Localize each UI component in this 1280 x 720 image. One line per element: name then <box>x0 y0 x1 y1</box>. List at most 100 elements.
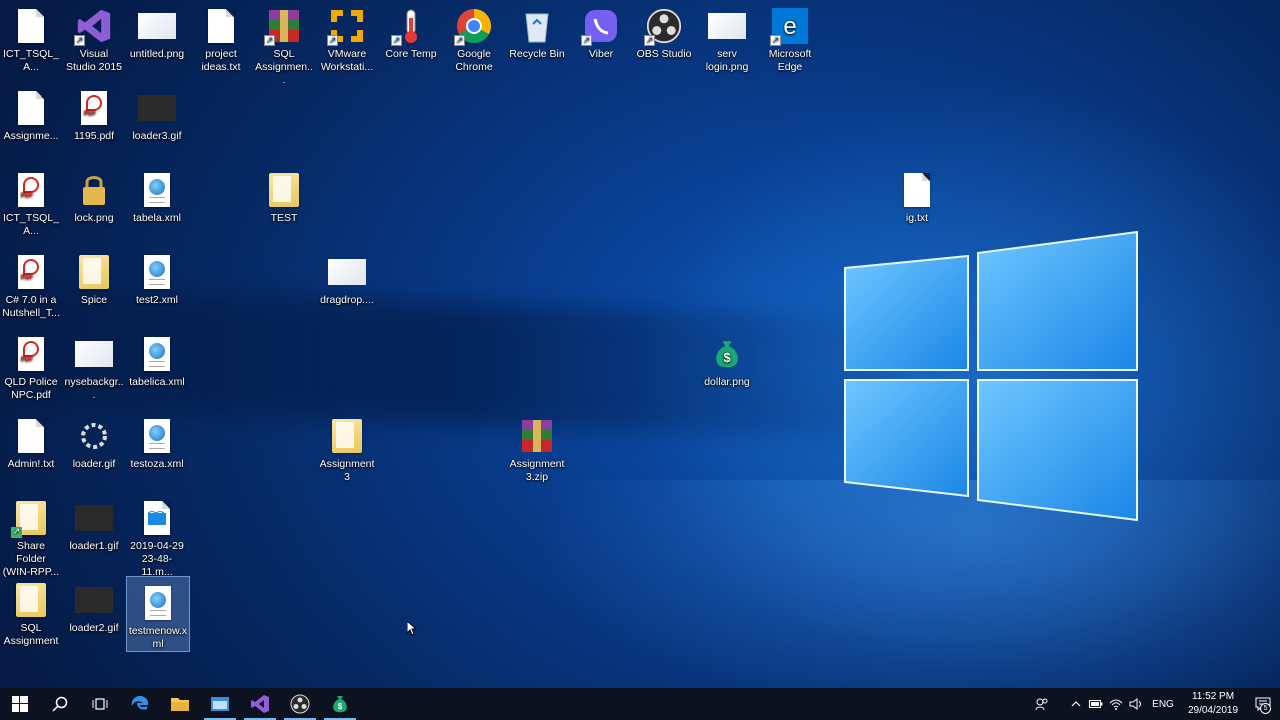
folder-icon <box>11 580 51 620</box>
desktop-icon[interactable]: ↗ Viber <box>570 0 632 61</box>
desktop-icon-label: ICT_TSQL_A... <box>2 48 60 73</box>
video-file-icon <box>137 498 177 538</box>
desktop-icon[interactable]: Recycle Bin <box>506 0 568 61</box>
desktop-icon[interactable]: project ideas.txt <box>190 0 252 74</box>
desktop-icon[interactable]: PDF 1195.pdf <box>63 82 125 143</box>
desktop-icon[interactable]: ↗ Google Chrome <box>443 0 505 74</box>
folder-icon <box>327 416 367 456</box>
taskbar-obs[interactable] <box>280 688 320 720</box>
desktop-icon[interactable]: testoza.xml <box>126 410 188 471</box>
search-icon <box>52 696 68 712</box>
desktop-icon[interactable]: ig.txt <box>886 164 948 225</box>
desktop-icon[interactable]: Assignme... <box>0 82 62 143</box>
image-thumbnail-icon <box>74 334 114 374</box>
input-language[interactable]: ENG <box>1146 699 1180 710</box>
tray-battery[interactable] <box>1086 688 1106 720</box>
desktop-icon-label: Assignment 3.zip <box>509 458 565 483</box>
taskbar-dollar[interactable]: $ <box>320 688 360 720</box>
desktop-icon[interactable]: ↗ VMware Workstati... <box>316 0 378 74</box>
image-thumbnail-icon <box>137 6 177 46</box>
desktop-icon-label: dollar.png <box>704 376 750 388</box>
gif-thumbnail-icon <box>74 580 114 620</box>
desktop-icon[interactable]: Assignment 3 <box>316 410 378 484</box>
desktop-icon[interactable]: ↗ Visual Studio 2015 <box>63 0 125 74</box>
taskbar-edge[interactable] <box>120 688 160 720</box>
desktop-icon-label: Recycle Bin <box>509 48 565 60</box>
xml-file-icon <box>138 583 178 623</box>
desktop-icon[interactable]: loader1.gif <box>63 492 125 553</box>
desktop-icon[interactable]: testmenow.xml <box>126 576 190 652</box>
desktop-icon[interactable]: untitled.png <box>126 0 188 61</box>
desktop-icon[interactable]: nysebackgr... <box>63 328 125 402</box>
desktop-icon[interactable]: ↗ Share Folder (WIN-RPP... <box>0 492 62 579</box>
desktop-icon[interactable]: PDF QLD Police NPC.pdf <box>0 328 62 402</box>
desktop-icon[interactable]: SQL Assignment <box>0 574 62 648</box>
desktop-icon[interactable]: tabela.xml <box>126 164 188 225</box>
desktop-icon[interactable]: test2.xml <box>126 246 188 307</box>
desktop-icon[interactable]: PDF C# 7.0 in a Nutshell_T... <box>0 246 62 320</box>
pdf-icon: PDF <box>11 252 51 292</box>
vmware-icon: ↗ <box>327 6 367 46</box>
taskbar-app-window[interactable] <box>200 688 240 720</box>
desktop-icon-label: Google Chrome <box>455 48 493 73</box>
dollar-bag-icon: $ <box>333 696 347 713</box>
chevron-up-icon <box>1071 701 1081 707</box>
start-button[interactable] <box>0 688 40 720</box>
search-button[interactable] <box>40 688 80 720</box>
clock-date: 29/04/2019 <box>1187 705 1239 716</box>
desktop-icon[interactable]: loader3.gif <box>126 82 188 143</box>
text-file-icon <box>11 416 51 456</box>
action-center-button[interactable]: 5 <box>1246 688 1280 720</box>
desktop-icon[interactable]: loader.gif <box>63 410 125 471</box>
desktop-icon[interactable]: lock.png <box>63 164 125 225</box>
desktop-icon[interactable]: ↗ OBS Studio <box>633 0 695 61</box>
tray-overflow-button[interactable] <box>1066 688 1086 720</box>
visual-studio-icon <box>251 695 269 713</box>
battery-icon <box>1089 700 1103 708</box>
tray-people-button[interactable] <box>1032 688 1052 720</box>
desktop-icon[interactable]: tabelica.xml <box>126 328 188 389</box>
desktop-icon-label: project ideas.txt <box>201 48 241 73</box>
desktop-icon[interactable]: dragdrop.... <box>316 246 378 307</box>
desktop-icon[interactable]: 2019-04-29 23-48-11.m... <box>126 492 188 579</box>
taskbar-visual-studio[interactable] <box>240 688 280 720</box>
desktop-icon[interactable]: serv login.png <box>696 0 758 74</box>
desktop-icon-label: QLD Police NPC.pdf <box>4 376 58 401</box>
desktop-icon[interactable]: ↗ Core Temp <box>380 0 442 61</box>
desktop-icon[interactable]: Admin!.txt <box>0 410 62 471</box>
winrar-archive-icon: ↗ <box>264 6 304 46</box>
svg-text:$: $ <box>723 350 730 365</box>
shortcut-arrow-icon: ↗ <box>644 35 655 46</box>
desktop-icon[interactable]: loader2.gif <box>63 574 125 635</box>
desktop-icon[interactable]: PDF ICT_TSQL_A... <box>0 164 62 238</box>
desktop-icon-label: Viber <box>588 48 614 60</box>
desktop-icon[interactable]: ICT_TSQL_A... <box>0 0 62 74</box>
desktop-icon[interactable]: Spice <box>63 246 125 307</box>
desktop-icon-label: ig.txt <box>905 212 929 224</box>
tray-volume[interactable] <box>1126 688 1146 720</box>
desktop-icon-label: nysebackgr... <box>64 376 124 401</box>
pdf-icon: PDF <box>74 88 114 128</box>
taskbar-file-explorer[interactable] <box>160 688 200 720</box>
desktop-icon[interactable]: TEST <box>253 164 315 225</box>
desktop-icon-label: Assignment 3 <box>319 458 375 483</box>
clock[interactable]: 11:52 PM 29/04/2019 <box>1180 690 1246 718</box>
obs-icon <box>290 694 310 714</box>
gif-thumbnail-icon <box>74 498 114 538</box>
text-document-icon <box>11 6 51 46</box>
tray-network[interactable] <box>1106 688 1126 720</box>
desktop-icon[interactable]: e ↗ Microsoft Edge <box>759 0 821 74</box>
shortcut-arrow-icon: ↗ <box>264 35 275 46</box>
desktop-icon[interactable]: ↗ SQL Assignmen... <box>253 0 315 87</box>
task-view-icon <box>92 698 108 710</box>
wifi-icon <box>1109 699 1123 710</box>
recycle-bin-icon <box>517 6 557 46</box>
desktop-icon-label: 1195.pdf <box>73 130 115 142</box>
desktop-icon[interactable]: $ dollar.png <box>696 328 758 389</box>
shortcut-arrow-icon: ↗ <box>581 35 592 46</box>
desktop-icon-label: SQL Assignment <box>3 622 59 647</box>
desktop-icon[interactable]: Assignment 3.zip <box>506 410 568 484</box>
desktop-icon-label: Spice <box>80 294 108 306</box>
task-view-button[interactable] <box>80 688 120 720</box>
desktop-icon-label: loader1.gif <box>69 540 119 552</box>
